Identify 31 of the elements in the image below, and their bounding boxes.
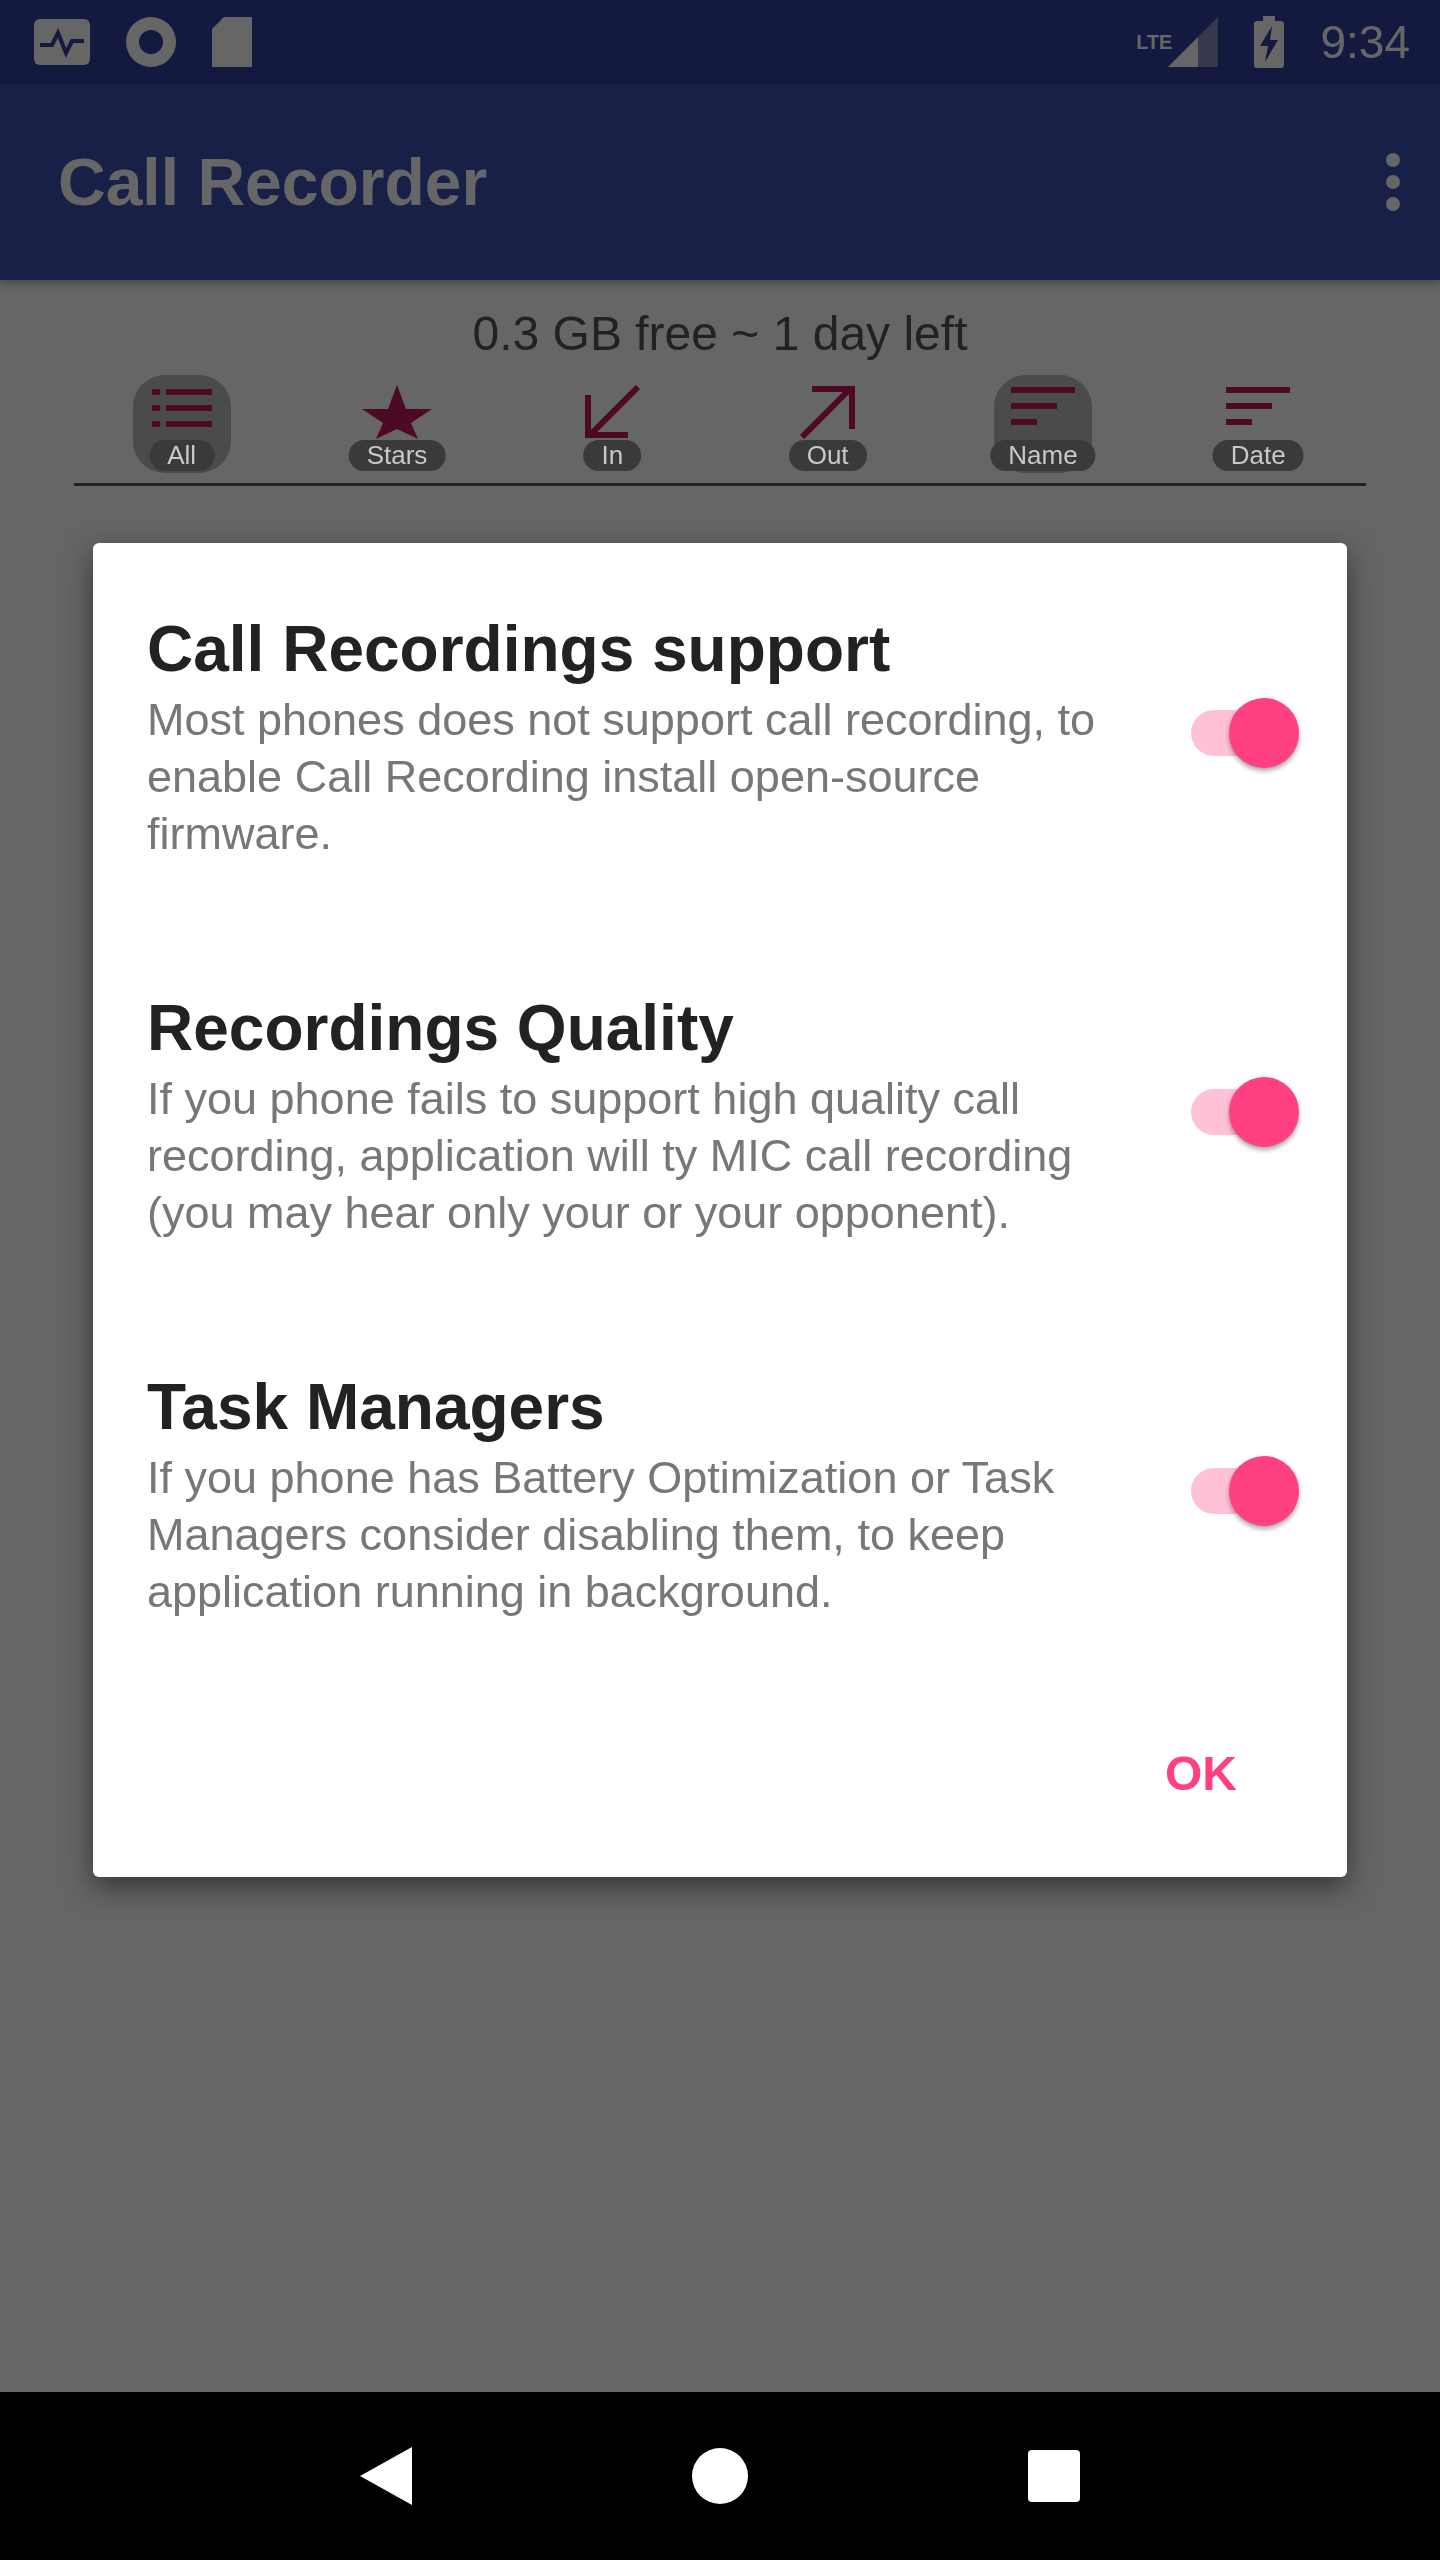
sort-icon: [1010, 385, 1075, 425]
sort-icon: [1226, 385, 1291, 425]
filter-tab[interactable]: Date: [1209, 375, 1308, 473]
filter-label: In: [583, 440, 642, 471]
star-icon: [362, 385, 432, 439]
filter-tab[interactable]: In: [563, 375, 662, 473]
record-icon: [126, 17, 176, 67]
home-icon[interactable]: [692, 2448, 748, 2504]
storage-info: 0.3 GB free ~ 1 day left: [471, 306, 969, 361]
setting-description: Most phones does not support call recording, to enable Call Recording install open-source firmware.: [147, 692, 1097, 861]
filter-label: All: [149, 440, 215, 471]
back-icon[interactable]: [360, 2447, 412, 2505]
setting-title: Call Recordings support: [147, 613, 892, 687]
filter-tab[interactable]: All: [132, 375, 231, 473]
setting-title: Task Managers: [147, 1371, 606, 1445]
clock: 9:34: [1320, 15, 1410, 69]
more-options-icon[interactable]: [1386, 153, 1400, 211]
network-type: LTE: [1136, 30, 1173, 54]
filter-tab[interactable]: Stars: [348, 375, 446, 473]
filter-label: Out: [788, 440, 867, 471]
setting-title: Recordings Quality: [147, 992, 735, 1066]
setting-description: If you phone has Battery Optimization or Task Managers consider disabling them, to keep application running in background.: [147, 1450, 1056, 1619]
sd-card-icon: [212, 17, 252, 67]
setting-description: If you phone fails to support high quality call recording, application will ty MIC call recording (you may hear only your or your opponent).: [147, 1071, 1074, 1240]
filter-label: Name: [990, 440, 1096, 471]
app-title: Call Recorder: [58, 144, 488, 220]
filter-label: Stars: [348, 440, 446, 471]
filter-label: Date: [1212, 440, 1304, 471]
filter-tab[interactable]: Out: [778, 375, 877, 473]
activity-icon: [34, 19, 90, 65]
battery-charging-icon: [1254, 16, 1285, 68]
